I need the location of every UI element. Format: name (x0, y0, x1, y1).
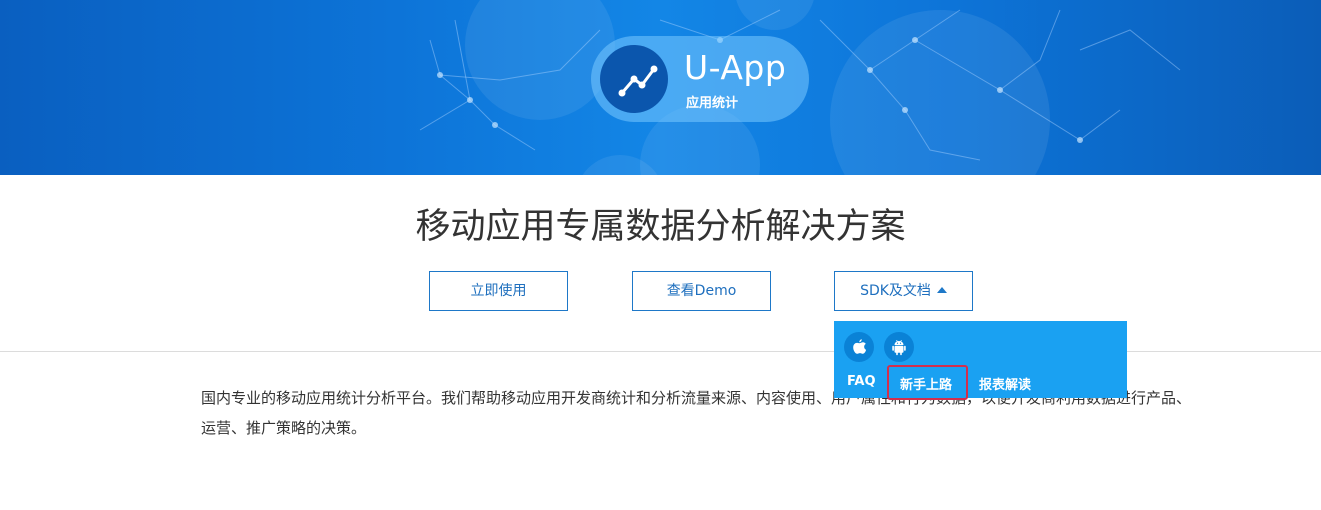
sdk-docs-label: SDK及文档 (860, 283, 931, 299)
app-logo: U-App 应用统计 (591, 36, 809, 122)
report-guide-link[interactable]: 报表解读 (979, 374, 1031, 393)
line-chart-icon (618, 65, 658, 97)
apple-icon[interactable] (844, 332, 874, 362)
faq-link[interactable]: FAQ (847, 374, 876, 389)
page-headline: 移动应用专属数据分析解决方案 (415, 207, 906, 247)
view-demo-button[interactable]: 查看Demo (632, 271, 771, 311)
sdk-docs-button[interactable]: SDK及文档 (834, 271, 973, 311)
use-now-button[interactable]: 立即使用 (429, 271, 568, 311)
highlight-box (887, 365, 968, 400)
logo-circle (600, 45, 668, 113)
sdk-docs-dropdown: FAQ 新手上路 报表解读 (834, 321, 1127, 398)
hero-banner: U-App 应用统计 (0, 0, 1321, 175)
app-name: U-App (684, 48, 787, 87)
android-icon[interactable] (884, 332, 914, 362)
caret-up-icon (936, 287, 947, 293)
use-now-label: 立即使用 (470, 283, 527, 299)
app-subtitle: 应用统计 (686, 96, 739, 111)
view-demo-label: 查看Demo (666, 283, 737, 299)
